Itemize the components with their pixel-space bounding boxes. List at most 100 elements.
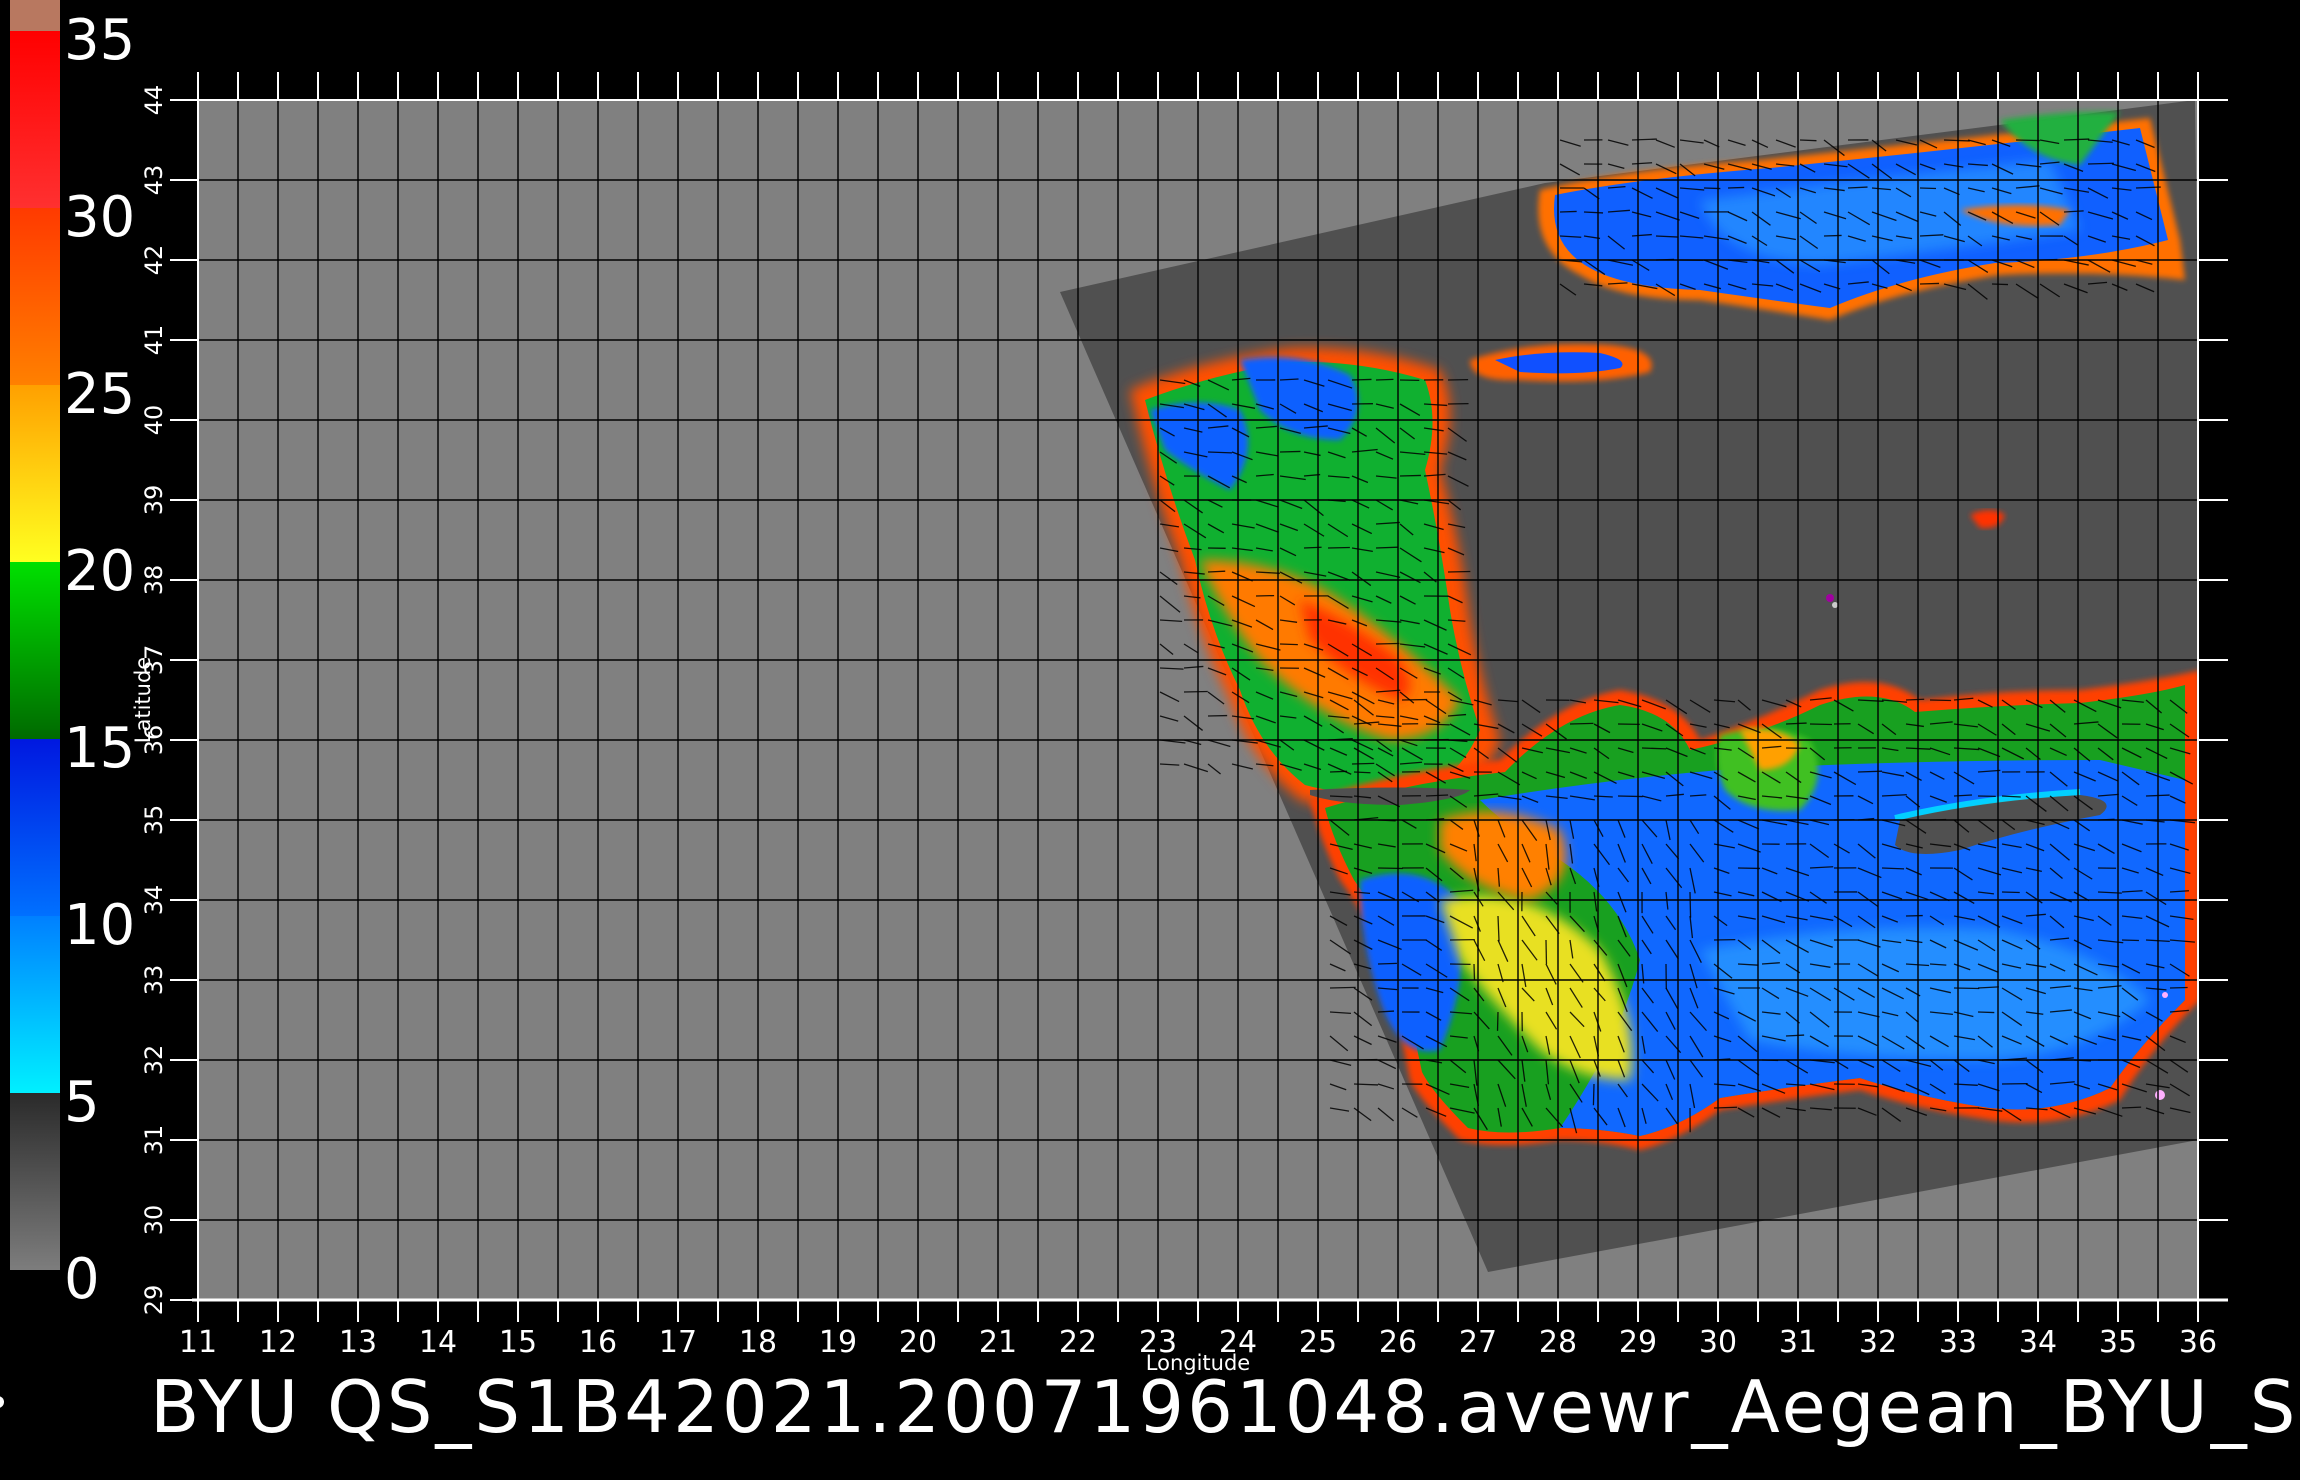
lon-tick-label: 11 — [179, 1325, 217, 1360]
wind-vector — [2001, 891, 2020, 894]
lat-tick-label: 39 — [140, 485, 168, 516]
lon-tick-label: 27 — [1459, 1325, 1497, 1360]
wind-vector — [1617, 795, 1643, 798]
lon-tick-label: 16 — [579, 1325, 617, 1360]
lon-tick-label: 29 — [1619, 1325, 1657, 1360]
lon-tick-label: 36 — [2179, 1325, 2217, 1360]
wind-vector — [1641, 747, 1667, 750]
colorbar-band — [10, 385, 60, 562]
lon-tick-label: 12 — [259, 1325, 297, 1360]
wind-vector — [1279, 643, 1298, 646]
wind-vector — [1207, 570, 1226, 573]
lat-tick-label: 34 — [140, 885, 168, 916]
lon-tick-label: 20 — [899, 1325, 937, 1360]
wind-vector — [1399, 474, 1421, 477]
lon-tick-label: 32 — [1859, 1325, 1897, 1360]
wind-vector — [2087, 162, 2114, 165]
colorbar-band — [10, 0, 60, 32]
lat-tick-label: 38 — [140, 565, 168, 596]
wind-vector — [1689, 891, 1692, 918]
wind-vector — [1279, 450, 1301, 453]
lat-tick-label: 41 — [140, 325, 168, 356]
wind-vector — [1375, 642, 1400, 645]
wind-vector — [1919, 282, 1940, 285]
wind-vector — [2169, 986, 2188, 989]
lon-tick-label: 17 — [659, 1325, 697, 1360]
lon-tick-label: 35 — [2099, 1325, 2137, 1360]
lat-tick-label: 29 — [140, 1285, 168, 1316]
wind-vector — [1351, 762, 1375, 765]
wind-vector — [1977, 1011, 1995, 1014]
wind-vector — [1559, 210, 1577, 213]
lat-tick-label: 33 — [140, 965, 168, 996]
lon-tick-label: 28 — [1539, 1325, 1577, 1360]
colorbar-label: 20 — [64, 539, 135, 604]
colorbar-label: 15 — [64, 716, 135, 781]
y-axis-label: Latitude — [131, 657, 155, 743]
wind-vector — [1375, 546, 1399, 549]
colorbar-label: 30 — [64, 185, 135, 250]
wind-vector — [1327, 546, 1350, 549]
colorbar-label: 25 — [64, 362, 135, 427]
lon-tick-label: 19 — [819, 1325, 857, 1360]
lon-tick-label: 14 — [419, 1325, 457, 1360]
wind-vector — [2063, 138, 2090, 141]
wind-vector — [1207, 451, 1232, 454]
wind-vector — [2121, 939, 2139, 942]
wind-vector — [1329, 986, 1356, 989]
wind-vector — [1375, 378, 1394, 381]
wind-vector — [2121, 1106, 2142, 1109]
wind-vector — [1809, 723, 1832, 726]
wind-vector — [1631, 138, 1657, 141]
wind-vector — [1881, 867, 1905, 870]
lon-tick-label: 33 — [1939, 1325, 1977, 1360]
colorbar-labels: 0 5 10 15 20 25 30 35 — [64, 8, 135, 1312]
wind-vector — [1329, 770, 1348, 773]
colorbar-band — [10, 1093, 60, 1270]
colorbar — [10, 0, 60, 1270]
wind-map-figure: 0 5 10 15 20 25 30 35 2930313233343536373839404… — [10, 0, 2228, 1375]
wind-vector — [1592, 1083, 1595, 1106]
map-plot: 2930313233343536373839404142434411 12 13 14… — [131, 72, 2228, 1375]
lon-tick-label: 26 — [1379, 1325, 1417, 1360]
wind-vector — [1353, 771, 1371, 774]
wind-vector — [2015, 139, 2040, 142]
wind-vector — [1351, 378, 1372, 381]
colorbar-label: 0 — [64, 1247, 100, 1312]
lat-tick-label: 31 — [140, 1125, 168, 1156]
wind-vector — [1377, 962, 1397, 965]
lon-tick-label: 15 — [499, 1325, 537, 1360]
colorbar-label: 10 — [64, 893, 135, 958]
lon-tick-label: 21 — [979, 1325, 1017, 1360]
colorbar-band — [10, 739, 60, 916]
colorbar-band — [10, 208, 60, 385]
wind-vector — [1727, 186, 1745, 189]
colorbar-band — [10, 916, 60, 1093]
lat-tick-label: 40 — [140, 405, 168, 436]
lon-tick-label: 22 — [1059, 1325, 1097, 1360]
lon-tick-label: 18 — [739, 1325, 777, 1360]
wind-vector — [1919, 187, 1937, 190]
wind-vector — [1569, 722, 1594, 725]
wind-vector — [1303, 546, 1322, 549]
lat-tick-label: 30 — [140, 1205, 168, 1236]
colorbar-band — [10, 31, 60, 208]
wind-vector — [1991, 283, 2009, 286]
lat-tick-label: 42 — [140, 245, 168, 276]
lat-tick-label: 35 — [140, 805, 168, 836]
lat-tick-label: 43 — [140, 165, 168, 196]
wind-vector — [1799, 139, 1817, 142]
lat-tick-label: 32 — [140, 1045, 168, 1076]
lat-tick-label: 44 — [140, 85, 168, 116]
lon-tick-label: 25 — [1299, 1325, 1337, 1360]
wind-vector — [1905, 698, 1925, 701]
lon-tick-label: 30 — [1699, 1325, 1737, 1360]
image-caption: BYU QS_S1B42021.20071961048.avewr_Aegean… — [150, 1365, 2300, 1449]
colorbar-band — [10, 562, 60, 739]
lon-tick-label: 34 — [2019, 1325, 2057, 1360]
lon-tick-label: 13 — [339, 1325, 377, 1360]
colorbar-label: 5 — [64, 1070, 100, 1135]
colorbar-label: 35 — [64, 8, 135, 73]
wind-vector — [1823, 234, 1842, 237]
lon-tick-label: 31 — [1779, 1325, 1817, 1360]
